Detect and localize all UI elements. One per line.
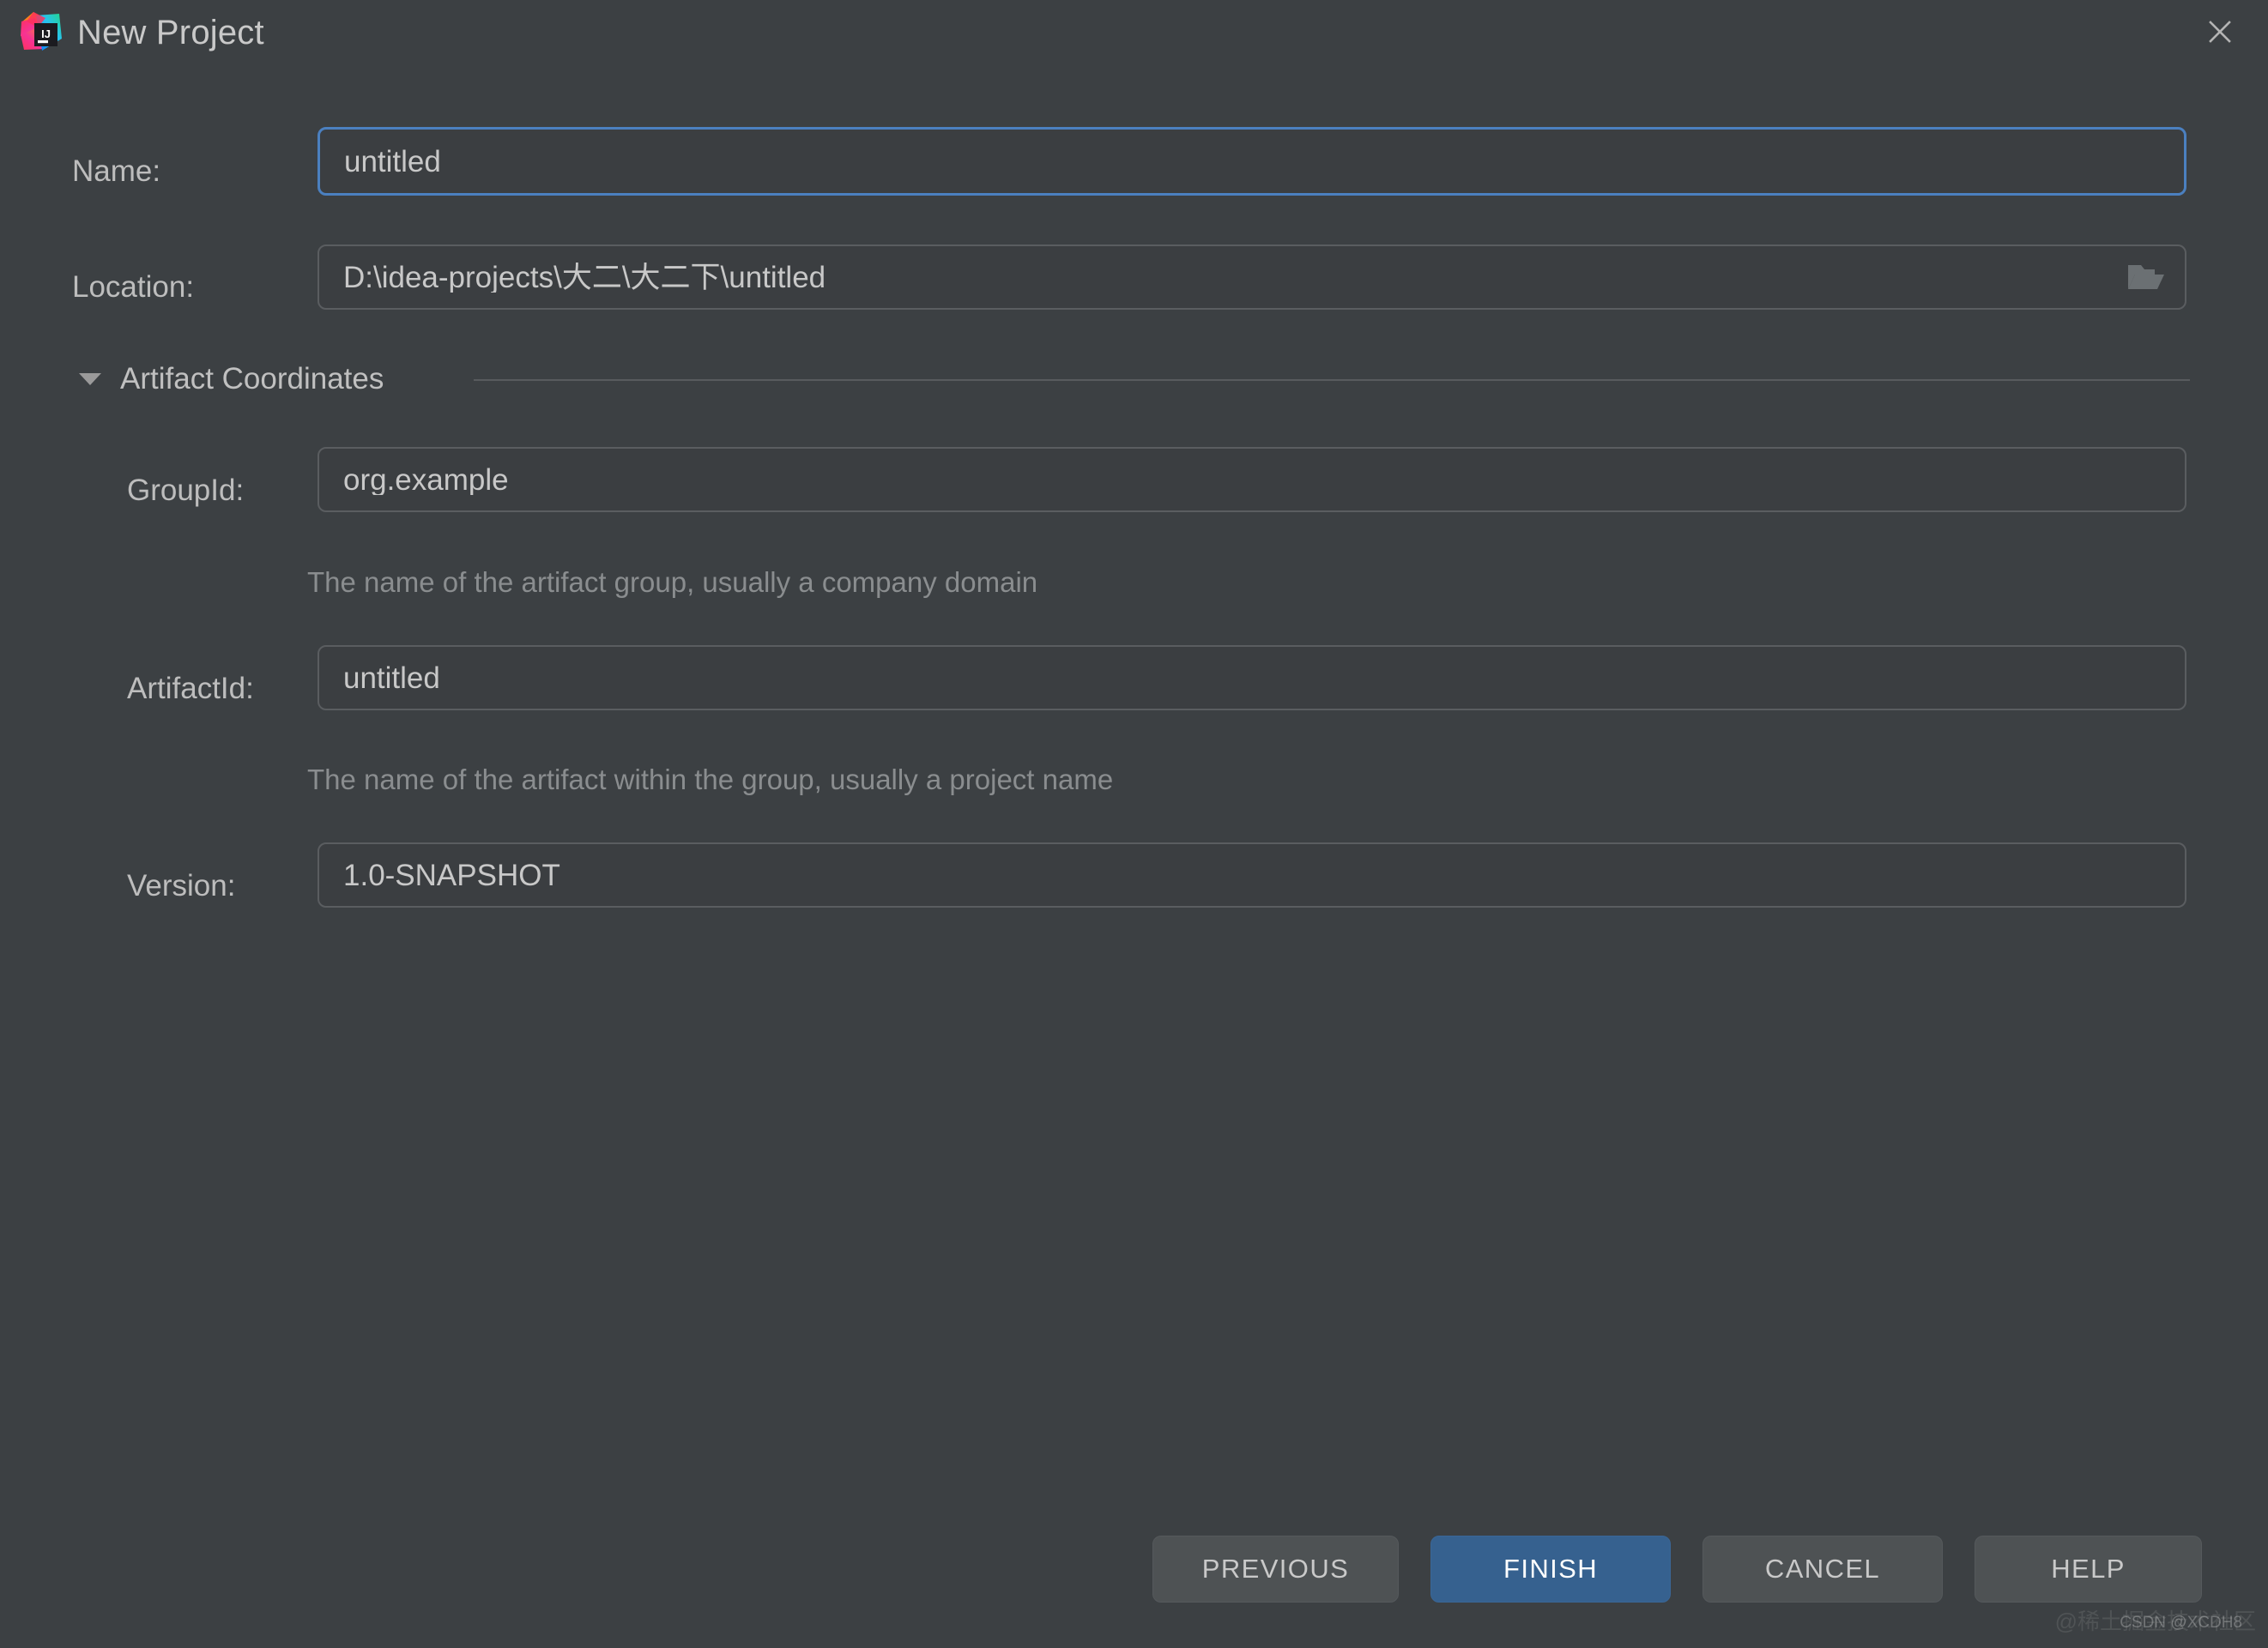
version-label: Version:: [127, 869, 236, 902]
artifact-coordinates-title: Artifact Coordinates: [120, 362, 384, 395]
name-input[interactable]: untitled: [318, 127, 2186, 196]
groupid-label: GroupId:: [127, 474, 245, 507]
groupid-input-value: org.example: [343, 464, 509, 495]
groupid-input[interactable]: org.example: [318, 447, 2186, 512]
close-icon[interactable]: [2184, 3, 2256, 60]
artifact-coordinates-toggle[interactable]: Artifact Coordinates: [79, 359, 384, 400]
location-input-value: D:\idea-projects\大二\大二下\untitled: [343, 262, 826, 293]
finish-button-label: FINISH: [1503, 1554, 1598, 1584]
cancel-button[interactable]: CANCEL: [1703, 1536, 1943, 1603]
section-divider: [474, 379, 2190, 381]
finish-button[interactable]: FINISH: [1430, 1536, 1671, 1603]
watermark: @稀土掘金技术社区 CSDN @XCDH8: [2004, 1603, 2261, 1641]
folder-open-icon[interactable]: [2126, 261, 2166, 293]
chevron-down-icon: [79, 373, 101, 385]
version-input-value: 1.0-SNAPSHOT: [343, 860, 560, 890]
location-label: Location:: [72, 270, 195, 304]
intellij-idea-logo-icon: IJ: [19, 10, 64, 55]
svg-text:IJ: IJ: [41, 27, 51, 40]
groupid-hint: The name of the artifact group, usually …: [307, 566, 1038, 598]
help-button[interactable]: HELP: [1975, 1536, 2202, 1603]
artifactid-input-value: untitled: [343, 662, 440, 693]
previous-button-label: PREVIOUS: [1201, 1554, 1350, 1584]
version-input[interactable]: 1.0-SNAPSHOT: [318, 842, 2186, 908]
artifactid-hint: The name of the artifact within the grou…: [307, 764, 1114, 795]
previous-button[interactable]: PREVIOUS: [1152, 1536, 1399, 1603]
watermark-english: CSDN @XCDH8: [2120, 1614, 2242, 1632]
name-input-value: untitled: [344, 146, 441, 177]
artifactid-input[interactable]: untitled: [318, 645, 2186, 710]
location-input[interactable]: D:\idea-projects\大二\大二下\untitled: [318, 244, 2186, 310]
cancel-button-label: CANCEL: [1764, 1554, 1881, 1584]
help-button-label: HELP: [2051, 1554, 2126, 1584]
name-label: Name:: [72, 154, 161, 188]
dialog-button-bar: PREVIOUS FINISH CANCEL HELP: [0, 1536, 2268, 1606]
dialog-title: New Project: [77, 14, 264, 51]
dialog-titlebar: IJ New Project: [0, 0, 2268, 70]
